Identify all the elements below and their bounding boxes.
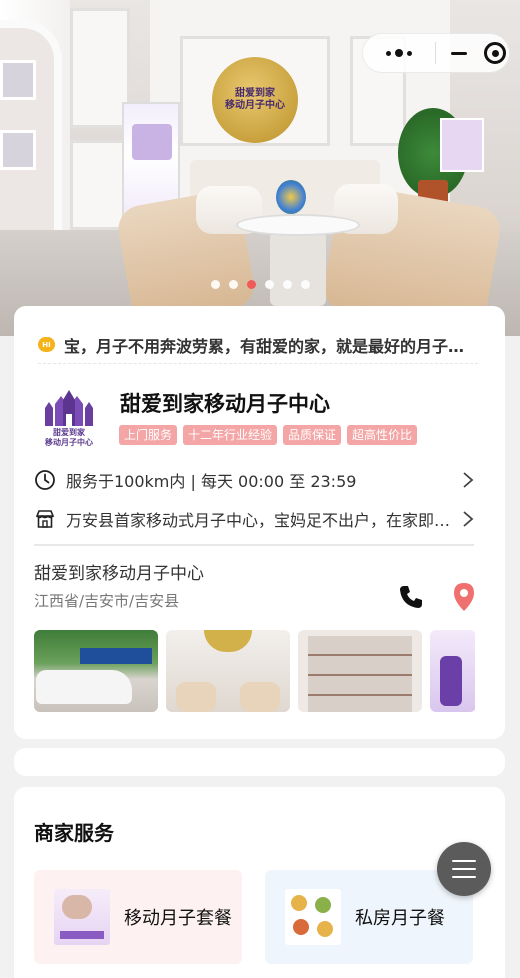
target-close-icon[interactable] bbox=[481, 33, 509, 73]
banner-shelf bbox=[0, 130, 36, 170]
clock-icon bbox=[35, 470, 55, 490]
gallery-photo[interactable] bbox=[34, 630, 158, 712]
shop-intro-text: 万安县首家移动式月子中心，宝妈足不出户，在家即可享受专业月子服务 bbox=[66, 511, 452, 530]
banner-logo-line1: 甜爱到家 bbox=[235, 88, 275, 99]
notice-bar[interactable]: HI 宝，月子不用奔波劳累，有甜爱的家，就是最好的月子中心 bbox=[38, 334, 478, 364]
address-region: 江西省/吉安市/吉安县 bbox=[34, 592, 180, 610]
shop-tag: 十二年行业经验 bbox=[183, 425, 278, 445]
shop-logo: 甜爱到家 移动月子中心 bbox=[34, 388, 104, 458]
banner-table bbox=[236, 214, 360, 236]
hi-chat-icon: HI bbox=[38, 337, 55, 352]
services-card: 商家服务 移动月子套餐 私房月子餐 bbox=[14, 787, 505, 978]
service-image bbox=[54, 889, 110, 945]
service-image bbox=[285, 889, 341, 945]
banner-pager bbox=[0, 280, 520, 289]
gallery bbox=[34, 630, 475, 712]
service-hours-text: 服务于100km内 | 每天 00:00 至 23:59 bbox=[66, 472, 357, 491]
shop-logo-line2: 移动月子中心 bbox=[45, 438, 93, 447]
section-title: 商家服务 bbox=[34, 821, 114, 845]
menu-icon[interactable] bbox=[437, 842, 491, 896]
service-label: 移动月子套餐 bbox=[124, 908, 232, 929]
pager-dot[interactable] bbox=[246, 280, 256, 289]
shop-intro-row[interactable]: 万安县首家移动式月子中心，宝妈足不出户，在家即可享受专业月子服务 bbox=[34, 507, 474, 531]
shop-tag: 上门服务 bbox=[119, 425, 178, 445]
shop-name: 甜爱到家移动月子中心 bbox=[120, 392, 330, 416]
banner-shelf bbox=[0, 60, 36, 100]
banner-poster bbox=[440, 118, 484, 172]
pager-dot[interactable] bbox=[210, 280, 220, 289]
phone-icon[interactable] bbox=[398, 584, 424, 610]
chevron-right-icon bbox=[463, 511, 474, 527]
shop-tag: 超高性价比 bbox=[347, 425, 418, 445]
pager-dot[interactable] bbox=[264, 280, 274, 289]
address-name: 甜爱到家移动月子中心 bbox=[34, 564, 204, 584]
gallery-photo[interactable] bbox=[166, 630, 290, 712]
banner-table-leg bbox=[270, 232, 326, 306]
castle-logo-icon bbox=[45, 390, 93, 426]
gallery-photo[interactable] bbox=[298, 630, 422, 712]
map-pin-icon[interactable] bbox=[451, 581, 477, 613]
pager-dot[interactable] bbox=[282, 280, 292, 289]
pager-dot[interactable] bbox=[228, 280, 238, 289]
minimize-icon[interactable] bbox=[436, 33, 481, 73]
service-item[interactable]: 移动月子套餐 bbox=[34, 870, 242, 964]
service-label: 私房月子餐 bbox=[355, 908, 445, 929]
shop-card: HI 宝，月子不用奔波劳累，有甜爱的家，就是最好的月子中心 甜爱到家 移动月子中… bbox=[14, 306, 505, 739]
gallery-photo[interactable] bbox=[430, 630, 475, 712]
shop-tags: 上门服务 十二年行业经验 品质保证 超高性价比 bbox=[119, 425, 418, 445]
divider bbox=[34, 544, 474, 546]
chevron-right-icon bbox=[463, 472, 474, 488]
more-dots-icon[interactable] bbox=[363, 33, 435, 73]
spacer-card bbox=[14, 748, 505, 776]
banner-logo: 甜爱到家 移动月子中心 bbox=[212, 57, 298, 143]
banner-flowers bbox=[276, 180, 306, 214]
store-icon bbox=[35, 510, 55, 528]
hero-banner[interactable]: 甜爱到家 移动月子中心 bbox=[0, 0, 520, 336]
pager-dot[interactable] bbox=[300, 280, 310, 289]
notice-text: 宝，月子不用奔波劳累，有甜爱的家，就是最好的月子中心 bbox=[64, 336, 478, 356]
shop-tag: 品质保证 bbox=[283, 425, 342, 445]
service-hours-row[interactable]: 服务于100km内 | 每天 00:00 至 23:59 bbox=[34, 468, 474, 492]
shop-logo-line1: 甜爱到家 bbox=[53, 428, 85, 437]
miniapp-capsule bbox=[362, 33, 510, 73]
banner-logo-line2: 移动月子中心 bbox=[225, 100, 285, 111]
banner-panel bbox=[70, 8, 130, 128]
